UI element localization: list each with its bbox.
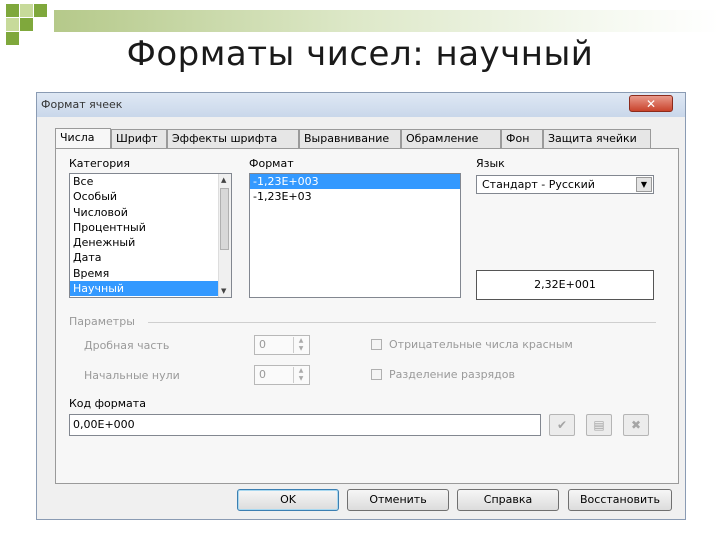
tab-font-effects[interactable]: Эффекты шрифта [167, 129, 299, 148]
tab-alignment[interactable]: Выравнивание [299, 129, 401, 148]
cancel-button[interactable]: Отменить [347, 489, 449, 511]
decimals-stepper[interactable]: 0 ▲ ▼ [254, 335, 310, 355]
document-icon: ▤ [593, 418, 605, 432]
scroll-down-icon[interactable]: ▼ [221, 287, 226, 295]
category-scrollbar[interactable]: ▲ ▼ [218, 174, 231, 297]
category-list[interactable]: Все Особый Числовой Процентный Денежный … [69, 173, 232, 298]
leading-zeros-stepper[interactable]: 0 ▲ ▼ [254, 365, 310, 385]
format-code-label: Код формата [69, 397, 146, 410]
dialog-title: Формат ячеек [41, 98, 123, 111]
scroll-thumb[interactable] [220, 188, 229, 250]
list-item[interactable]: Дата [70, 250, 231, 265]
delete-format-button[interactable]: ✖ [623, 414, 649, 436]
checkmark-icon: ✔ [556, 418, 568, 432]
format-code-input[interactable]: 0,00E+000 [69, 414, 541, 436]
decor-square [20, 18, 33, 31]
decor-square [20, 4, 33, 17]
decor-square [6, 18, 19, 31]
dialog-titlebar: Формат ячеек ✕ [37, 93, 685, 117]
list-item-selected[interactable]: -1,23E+003 [250, 174, 460, 190]
help-button[interactable]: Справка [457, 489, 559, 511]
close-button[interactable]: ✕ [629, 95, 673, 112]
format-code-value: 0,00E+000 [73, 418, 135, 431]
tab-borders[interactable]: Обрамление [401, 129, 501, 148]
language-select-value: Стандарт - Русский [482, 178, 595, 191]
slide-title: Форматы чисел: научный [126, 34, 594, 74]
list-item[interactable]: Все [70, 174, 231, 189]
list-item[interactable]: Время [70, 266, 231, 281]
list-item[interactable]: -1,23E+03 [250, 189, 460, 204]
decimals-value: 0 [259, 338, 266, 351]
list-item[interactable]: Процентный [70, 220, 231, 235]
thousands-separator-label: Разделение разрядов [389, 368, 515, 381]
list-item[interactable]: Денежный [70, 235, 231, 250]
spin-arrows-icon[interactable]: ▲ ▼ [293, 367, 308, 383]
negative-red-checkbox[interactable] [371, 339, 382, 350]
edit-comment-button[interactable]: ▤ [586, 414, 612, 436]
list-item[interactable]: Особый [70, 189, 231, 204]
language-select[interactable]: Стандарт - Русский ▼ [476, 175, 654, 194]
format-cells-dialog: Формат ячеек ✕ Числа Шрифт Эффекты шрифт… [36, 92, 686, 520]
leading-zeros-value: 0 [259, 368, 266, 381]
scroll-up-icon[interactable]: ▲ [221, 176, 226, 184]
negative-red-label: Отрицательные числа красным [389, 338, 573, 351]
language-label: Язык [476, 157, 505, 170]
tab-cell-protection[interactable]: Защита ячейки [543, 129, 651, 148]
tab-background[interactable]: Фон [501, 129, 543, 148]
category-label: Категория [69, 157, 130, 170]
ok-button[interactable]: OK [237, 489, 339, 511]
thousands-separator-checkbox[interactable] [371, 369, 382, 380]
list-item[interactable]: Числовой [70, 205, 231, 220]
format-preview: 2,32E+001 [476, 270, 654, 300]
format-label: Формат [249, 157, 294, 170]
decimals-label: Дробная часть [84, 339, 170, 352]
apply-format-button[interactable]: ✔ [549, 414, 575, 436]
slide-header-band [54, 10, 720, 32]
format-list[interactable]: -1,23E+003 -1,23E+03 [249, 173, 461, 298]
decor-square [34, 4, 47, 17]
decor-square [6, 4, 19, 17]
numbers-panel: Категория Все Особый Числовой Процентный… [55, 148, 679, 484]
params-separator [148, 322, 656, 323]
leading-zeros-label: Начальные нули [84, 369, 180, 382]
chevron-down-icon[interactable]: ▼ [636, 177, 652, 192]
reset-button[interactable]: Восстановить [568, 489, 672, 511]
close-icon: ✕ [645, 97, 657, 111]
tab-numbers[interactable]: Числа [55, 128, 111, 149]
tab-font[interactable]: Шрифт [111, 129, 167, 148]
params-label: Параметры [69, 315, 135, 328]
delete-icon: ✖ [630, 418, 642, 432]
spin-arrows-icon[interactable]: ▲ ▼ [293, 337, 308, 353]
list-item-selected[interactable]: Научный [70, 281, 219, 297]
